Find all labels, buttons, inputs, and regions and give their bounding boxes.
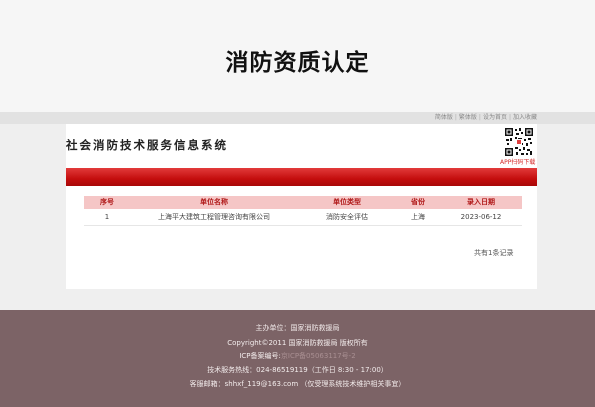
table-row[interactable]: 1 上海平大建筑工程管理咨询有限公司 消防安全评估 上海 2023-06-12 <box>84 209 522 226</box>
footer-hotline: 技术服务热线：024-86519119（工作日 8:30 - 17:00） <box>207 366 388 374</box>
link-simplified[interactable]: 简体版 <box>435 114 453 121</box>
cell-index: 1 <box>104 213 110 221</box>
col-header-date: 录入日期 <box>467 198 495 206</box>
divider: | <box>508 114 511 121</box>
link-traditional[interactable]: 繁体版 <box>459 114 477 121</box>
footer-copyright: Copyright©2011 国家消防救援局 版权所有 <box>227 339 368 347</box>
qr-code-icon <box>504 127 534 157</box>
divider: | <box>478 114 481 121</box>
col-header-province: 省份 <box>411 198 425 206</box>
col-header-index: 序号 <box>100 198 114 206</box>
cell-province: 上海 <box>411 213 425 221</box>
footer-sponsor: 主办单位：国家消防救援局 <box>255 324 340 332</box>
col-header-unit-type: 单位类型 <box>333 198 361 206</box>
cell-unit-name[interactable]: 上海平大建筑工程管理咨询有限公司 <box>130 209 298 225</box>
col-header-unit-name: 单位名称 <box>200 198 228 206</box>
link-set-homepage[interactable]: 设为首页 <box>483 114 507 121</box>
footer-email: 客服邮箱：shhxf_119@163.com （仅受理系统技术维护相关事宜） <box>189 380 406 388</box>
footer-icp-label: ICP备案编号: <box>239 352 281 360</box>
footer: 主办单位：国家消防救援局 Copyright©2011 国家消防救援局 版权所有… <box>0 310 595 407</box>
utility-links: 简体版 | 繁体版 | 设为首页 | 加入收藏 <box>435 112 537 124</box>
app-download-label[interactable]: APP扫码下载 <box>500 157 535 166</box>
banner-title: 消防资质认定 <box>225 50 370 76</box>
link-add-favorite[interactable]: 加入收藏 <box>513 114 537 121</box>
divider: | <box>454 114 457 121</box>
system-title: 社会消防技术服务信息系统 <box>66 138 228 152</box>
red-nav-bar <box>66 168 537 186</box>
cell-date: 2023-06-12 <box>460 213 502 221</box>
table-header: 序号 单位名称 单位类型 省份 录入日期 <box>84 196 522 209</box>
cell-unit-type: 消防安全评估 <box>326 213 368 221</box>
results-table: 序号 单位名称 单位类型 省份 录入日期 1 上海平大建筑工程管理咨询有限公司 … <box>84 196 522 226</box>
footer-icp-link[interactable]: 京ICP备05063117号-2 <box>281 352 356 360</box>
record-count: 共有1条记录 <box>474 249 514 257</box>
footer-icp: ICP备案编号:京ICP备05063117号-2 <box>0 351 595 361</box>
